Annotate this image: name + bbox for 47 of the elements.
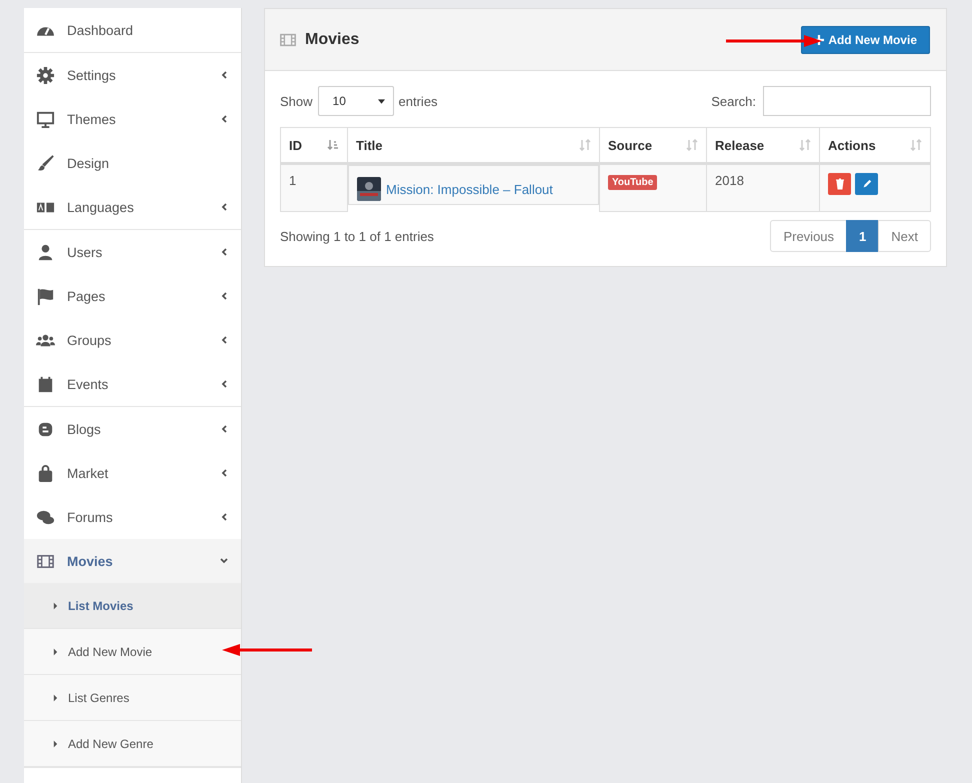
- panel-title: Movies: [305, 30, 360, 48]
- sidebar-item[interactable]: Themes: [24, 97, 241, 141]
- settings-icon: [36, 66, 55, 84]
- table-cell: 2018: [706, 164, 820, 212]
- sidebar-item[interactable]: Groups: [24, 318, 241, 362]
- entries-select[interactable]: 10: [318, 86, 394, 116]
- entries-info: Showing 1 to 1 of 1 entries: [280, 228, 434, 244]
- sidebar-item[interactable]: Dashboard: [24, 8, 241, 52]
- table-cell: 1: [280, 164, 348, 212]
- caret-right-icon: [53, 740, 58, 748]
- submenu-item[interactable]: List Genres: [24, 675, 241, 721]
- pagination-button[interactable]: Previous: [770, 220, 848, 252]
- submenu-item[interactable]: List Movies: [24, 583, 241, 629]
- sidebar-item[interactable]: Market: [24, 451, 241, 495]
- source-label: YouTube: [608, 175, 658, 190]
- caret-right-icon: [53, 694, 58, 702]
- sidebar-item[interactable]: Movies: [24, 539, 241, 583]
- cal-icon: [36, 374, 55, 394]
- brush-icon: [36, 154, 55, 172]
- trash-icon: [834, 178, 844, 190]
- sidebar-item[interactable]: Blogs: [24, 407, 241, 451]
- search-label: Search:: [711, 94, 756, 108]
- pagination-button[interactable]: 1: [846, 220, 880, 252]
- show-label: Show: [280, 94, 313, 108]
- delete-button[interactable]: [828, 173, 851, 195]
- bag-icon: [36, 464, 55, 482]
- sidebar-item[interactable]: Pages: [24, 274, 241, 318]
- sidebar-item[interactable]: Settings: [24, 53, 241, 97]
- submenu-item[interactable]: Add New Genre: [24, 721, 241, 767]
- sidebar-item[interactable]: Design: [24, 141, 241, 185]
- add-movie-button[interactable]: Add New Movie: [801, 26, 930, 54]
- pagination-button[interactable]: Next: [878, 220, 931, 252]
- pencil-icon: [862, 178, 872, 190]
- edit-button[interactable]: [855, 173, 878, 195]
- sidebar-item[interactable]: Languages: [24, 185, 241, 229]
- flag-icon: [36, 286, 55, 306]
- entries-label: entries: [398, 94, 438, 108]
- sidebar-item[interactable]: Forums: [24, 495, 241, 539]
- caret-right-icon: [53, 648, 58, 656]
- sidebar-item[interactable]: Events: [24, 362, 241, 406]
- sidebar-item[interactable]: Users: [24, 230, 241, 274]
- plus-icon: [814, 34, 824, 44]
- caret-right-icon: [53, 602, 58, 610]
- search-field[interactable]: [763, 86, 931, 116]
- monitor-icon: [36, 110, 55, 128]
- dropdown-caret-icon: [378, 98, 385, 104]
- user-icon: [36, 242, 55, 262]
